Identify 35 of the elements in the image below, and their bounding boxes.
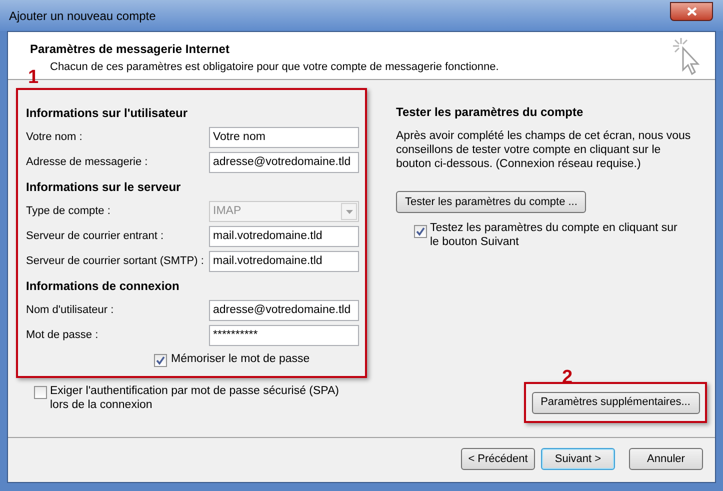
remember-label: Mémoriser le mot de passe bbox=[171, 352, 310, 368]
section-heading: Tester les paramètres du compte bbox=[396, 104, 584, 121]
field-label: Nom d'utilisateur : bbox=[26, 303, 114, 318]
remember-checkbox[interactable] bbox=[154, 354, 167, 366]
wizard-button[interactable]: Annuler bbox=[629, 448, 703, 470]
text-field[interactable]: Votre nom bbox=[209, 127, 359, 148]
close-icon bbox=[686, 7, 696, 16]
header-subtitle: Chacun de ces paramètres est obligatoire pour que votre compte de messagerie fonctionne. bbox=[49, 60, 499, 75]
text-field[interactable]: mail.votredomaine.tld bbox=[209, 226, 359, 247]
field-label: Serveur de courrier sortant (SMTP) : bbox=[26, 254, 204, 270]
field-label: Type de compte : bbox=[26, 204, 110, 220]
section-heading: Informations sur le serveur bbox=[26, 179, 181, 196]
field-label: Adresse de messagerie : bbox=[26, 155, 148, 170]
wizard-button[interactable]: Suivant > bbox=[541, 448, 615, 470]
more-settings-button[interactable]: Paramètres supplémentaires... bbox=[532, 392, 700, 414]
auto-test-label: Testez les paramètres du compte en cliquant sur le bouton Suivant bbox=[430, 221, 678, 249]
header-title: Paramètres de messagerie Internet bbox=[30, 41, 230, 58]
test-description: Après avoir complété les champs de cet écran, nous vous conseillons de tester votre compte en cliquant sur le bouton ci-dessous. (Connexion réseau requise.) bbox=[396, 129, 692, 171]
wizard-button[interactable]: < Précédent bbox=[461, 448, 535, 470]
annotation-number: 1 bbox=[28, 66, 39, 90]
field-label: Votre nom : bbox=[26, 130, 82, 146]
text-field[interactable]: mail.votredomaine.tld bbox=[209, 251, 359, 272]
auto-test-checkbox[interactable] bbox=[414, 225, 427, 238]
text-field[interactable]: adresse@votredomaine.tld bbox=[209, 300, 359, 321]
field-label: Serveur de courrier entrant : bbox=[26, 229, 164, 244]
text-field[interactable]: ********** bbox=[209, 325, 359, 346]
test-account-button[interactable]: Tester les paramètres du compte ... bbox=[396, 191, 586, 213]
section-heading: Informations sur l'utilisateur bbox=[26, 105, 188, 122]
section-heading: Informations de connexion bbox=[26, 278, 180, 295]
close-button[interactable] bbox=[670, 2, 713, 21]
text-field[interactable]: adresse@votredomaine.tld bbox=[209, 152, 359, 173]
window-title: Ajouter un nouveau compte bbox=[9, 8, 156, 24]
spa-checkbox[interactable] bbox=[34, 386, 47, 399]
spa-label: Exiger l'authentification par mot de passe sécurisé (SPA) lors de la connexion bbox=[50, 384, 340, 412]
field-label: Mot de passe : bbox=[26, 328, 98, 344]
